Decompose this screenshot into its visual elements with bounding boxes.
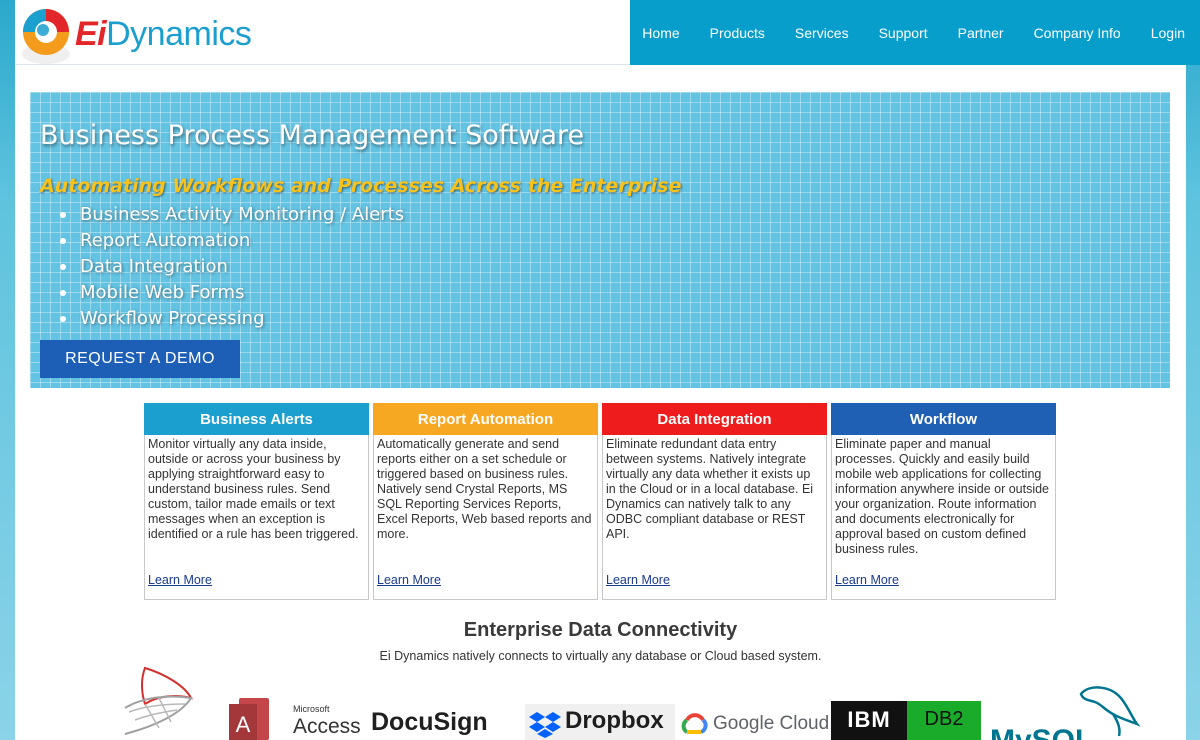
connectivity-title: Enterprise Data Connectivity	[463, 619, 738, 641]
nav-home[interactable]: Home	[642, 25, 679, 41]
mysql-logo-text: MySQL	[990, 724, 1093, 740]
nav-company-info[interactable]: Company Info	[1034, 25, 1121, 41]
ibm-logo-box: IBM	[831, 701, 907, 740]
card-report-automation: Report Automation Automatically generate…	[373, 403, 598, 600]
hero-subtitle: Automating Workflows and Processes Acros…	[40, 175, 682, 197]
hero-bullet: Mobile Web Forms	[60, 280, 404, 306]
nav-products[interactable]: Products	[710, 25, 765, 41]
dropbox-icon	[529, 712, 561, 738]
dropbox-logo-text: Dropbox	[565, 707, 664, 734]
hero-bullet: Business Activity Monitoring / Alerts	[60, 202, 404, 228]
request-demo-button[interactable]: REQUEST A DEMO	[40, 340, 240, 378]
google-cloud-logo-text: Google Cloud	[713, 713, 830, 734]
docusign-logo-text: DocuSign	[371, 708, 488, 736]
card-workflow: Workflow Eliminate paper and manual proc…	[831, 403, 1056, 600]
sql-server-logo-icon	[124, 666, 193, 735]
page: EiDynamics Home Products Services Suppor…	[15, 0, 1200, 740]
hero-bullet: Workflow Processing	[60, 306, 404, 332]
card-description: Automatically generate and send reports …	[377, 437, 592, 541]
card-title[interactable]: Data Integration	[602, 403, 827, 435]
learn-more-link[interactable]: Learn More	[377, 573, 441, 587]
access-logo-text: Access	[293, 715, 361, 738]
learn-more-link[interactable]: Learn More	[606, 573, 670, 587]
card-description: Eliminate redundant data entry between s…	[606, 437, 814, 541]
brand-ei: Ei	[75, 15, 107, 53]
card-description: Eliminate paper and manual processes. Qu…	[835, 437, 1050, 556]
ibm-logo-text: IBM	[847, 707, 891, 732]
db2-logo-text: DB2	[924, 708, 964, 730]
nav-support[interactable]: Support	[879, 25, 928, 41]
google-cloud-icon	[681, 713, 708, 734]
card-title[interactable]: Workflow	[831, 403, 1056, 435]
nav-partner[interactable]: Partner	[958, 25, 1004, 41]
card-data-integration: Data Integration Eliminate redundant dat…	[602, 403, 827, 600]
nav-services[interactable]: Services	[795, 25, 849, 41]
feature-cards: Business Alerts Monitor virtually any da…	[144, 403, 1056, 600]
hero-feature-list: Business Activity Monitoring / Alerts Re…	[60, 202, 404, 332]
partner-logos: A Microsoft Access DocuSign Dropbox Goog…	[15, 660, 1186, 740]
db2-logo-box: DB2	[907, 701, 981, 740]
svg-text:A: A	[236, 712, 251, 737]
learn-more-link[interactable]: Learn More	[148, 573, 212, 587]
brand-dynamics: Dynamics	[106, 15, 252, 53]
hero-title: Business Process Management Software	[40, 120, 585, 151]
ei-logo-icon[interactable]	[19, 6, 77, 68]
hero-bullet: Data Integration	[60, 254, 404, 280]
learn-more-link[interactable]: Learn More	[835, 573, 899, 587]
access-vendor-text: Microsoft	[293, 704, 330, 714]
card-description: Monitor virtually any data inside, outsi…	[148, 437, 359, 541]
brand-wordmark[interactable]: EiDynamics	[75, 14, 252, 54]
card-title[interactable]: Report Automation	[373, 403, 598, 435]
dropbox-logo-box: Dropbox	[525, 704, 675, 740]
hero-bullet: Report Automation	[60, 228, 404, 254]
card-business-alerts: Business Alerts Monitor virtually any da…	[144, 403, 369, 600]
main-nav: Home Products Services Support Partner C…	[630, 0, 1200, 65]
card-title[interactable]: Business Alerts	[144, 403, 369, 435]
hero-banner: Business Process Management Software Aut…	[30, 92, 1170, 388]
logo-area: EiDynamics	[15, 0, 630, 65]
nav-login[interactable]: Login	[1151, 25, 1185, 41]
access-logo-icon: A	[229, 698, 269, 740]
